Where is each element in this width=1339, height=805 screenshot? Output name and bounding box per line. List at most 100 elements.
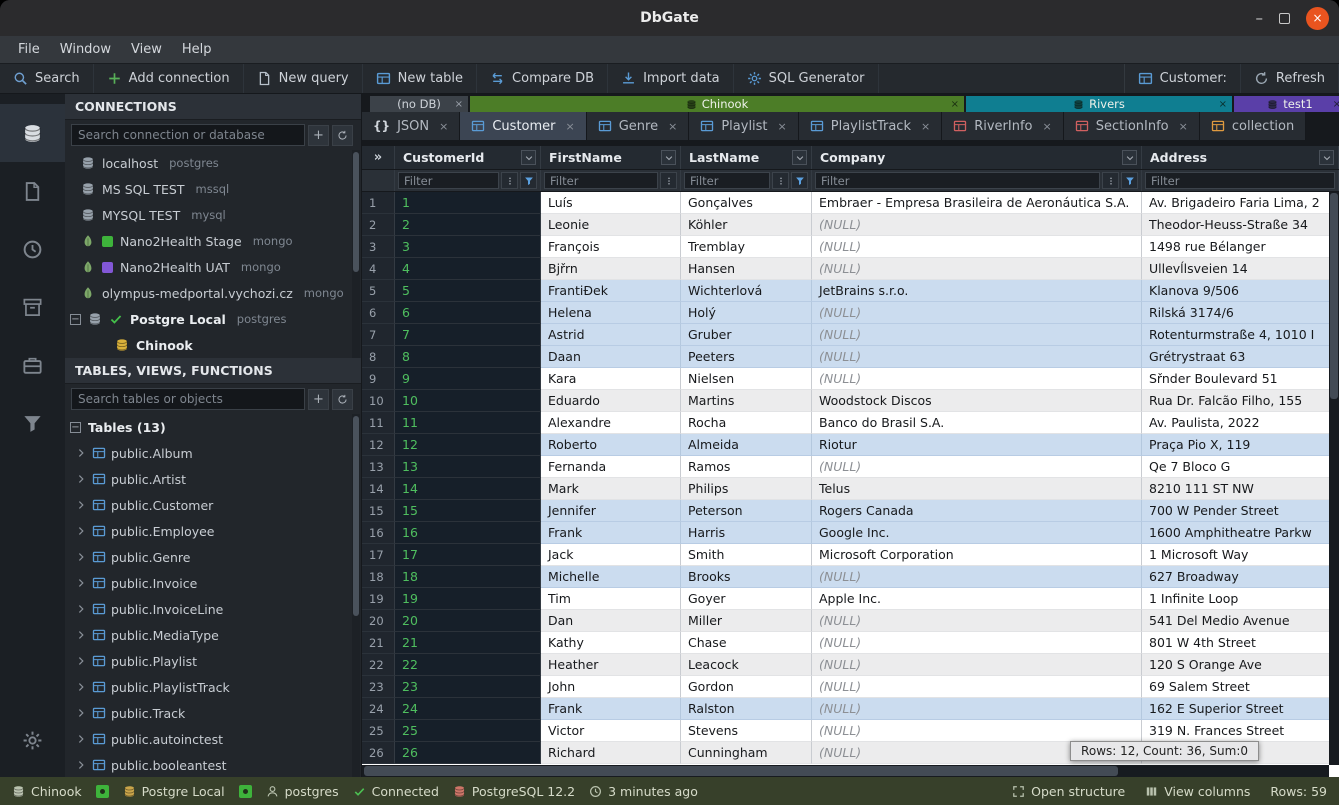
cell-address[interactable]: 120 S Orange Ave bbox=[1142, 654, 1339, 676]
close-tab-icon[interactable]: × bbox=[668, 120, 677, 133]
cell-lastname[interactable]: Harris bbox=[681, 522, 812, 544]
cell-customerid[interactable]: 14 bbox=[395, 478, 541, 500]
cell-address[interactable]: 8210 111 ST NW bbox=[1142, 478, 1339, 500]
column-header-lastname[interactable]: LastName bbox=[681, 146, 812, 169]
file-tab-sectioninfo[interactable]: SectionInfo× bbox=[1064, 112, 1200, 140]
row-number[interactable]: 12 bbox=[362, 434, 395, 456]
toolbar-search[interactable]: Search bbox=[0, 64, 94, 93]
cell-firstname[interactable]: Michelle bbox=[541, 566, 681, 588]
close-tab-icon[interactable]: × bbox=[778, 120, 787, 133]
cell-company[interactable]: (NULL) bbox=[812, 346, 1142, 368]
cell-company[interactable]: (NULL) bbox=[812, 368, 1142, 390]
cell-lastname[interactable]: Rocha bbox=[681, 412, 812, 434]
cell-customerid[interactable]: 1 bbox=[395, 192, 541, 214]
add-table-mini-button[interactable]: + bbox=[308, 389, 329, 410]
cell-customerid[interactable]: 2 bbox=[395, 214, 541, 236]
table-item-public-autoinctest[interactable]: public.autoinctest bbox=[65, 726, 361, 752]
cell-lastname[interactable]: Ralston bbox=[681, 698, 812, 720]
cell-company[interactable]: (NULL) bbox=[812, 214, 1142, 236]
row-number[interactable]: 22 bbox=[362, 654, 395, 676]
connection-item-mysql-test[interactable]: MYSQL TESTmysql bbox=[65, 202, 361, 228]
db-tab-chinook[interactable]: Chinook× bbox=[470, 96, 964, 112]
cell-customerid[interactable]: 15 bbox=[395, 500, 541, 522]
table-item-public-genre[interactable]: public.Genre bbox=[65, 544, 361, 570]
status-connected[interactable]: Connected bbox=[353, 784, 439, 799]
row-number[interactable]: 10 bbox=[362, 390, 395, 412]
cell-address[interactable]: 319 N. Frances Street bbox=[1142, 720, 1339, 742]
cell-address[interactable]: Klanova 9/506 bbox=[1142, 280, 1339, 302]
column-menu-button[interactable] bbox=[1319, 150, 1334, 165]
cell-address[interactable]: 627 Broadway bbox=[1142, 566, 1339, 588]
toolbar-compare-db[interactable]: Compare DB bbox=[477, 64, 608, 93]
filter-menu-button[interactable] bbox=[772, 172, 789, 189]
status-rows-59[interactable]: Rows: 59 bbox=[1270, 784, 1327, 799]
filter-funnel-button[interactable] bbox=[520, 172, 537, 189]
cell-customerid[interactable]: 3 bbox=[395, 236, 541, 258]
row-number[interactable]: 17 bbox=[362, 544, 395, 566]
cell-address[interactable]: Rilská 3174/6 bbox=[1142, 302, 1339, 324]
cell-company[interactable]: Woodstock Discos bbox=[812, 390, 1142, 412]
status-postgresql-12-2[interactable]: PostgreSQL 12.2 bbox=[453, 784, 575, 799]
connection-item-nano2health-stage[interactable]: Nano2Health Stagemongo bbox=[65, 228, 361, 254]
cell-firstname[interactable]: Richard bbox=[541, 742, 681, 764]
titlebar[interactable]: DbGate – × bbox=[0, 0, 1339, 36]
cell-company[interactable]: (NULL) bbox=[812, 676, 1142, 698]
cell-firstname[interactable]: Roberto bbox=[541, 434, 681, 456]
cell-lastname[interactable]: Peeters bbox=[681, 346, 812, 368]
cell-firstname[interactable]: Kathy bbox=[541, 632, 681, 654]
row-number[interactable]: 11 bbox=[362, 412, 395, 434]
table-item-public-mediatype[interactable]: public.MediaType bbox=[65, 622, 361, 648]
row-number[interactable]: 15 bbox=[362, 500, 395, 522]
filter-input-firstname[interactable] bbox=[544, 172, 658, 189]
cell-address[interactable]: Av. Brigadeiro Faria Lima, 2 bbox=[1142, 192, 1339, 214]
cell-firstname[interactable]: Frank bbox=[541, 698, 681, 720]
cell-firstname[interactable]: Alexandre bbox=[541, 412, 681, 434]
connections-scrollbar[interactable] bbox=[352, 150, 360, 358]
file-tab-genre[interactable]: Genre× bbox=[587, 112, 690, 140]
filter-menu-button[interactable] bbox=[501, 172, 518, 189]
cell-firstname[interactable]: FrantiĐek bbox=[541, 280, 681, 302]
table-item-public-playlist[interactable]: public.Playlist bbox=[65, 648, 361, 674]
cell-lastname[interactable]: Brooks bbox=[681, 566, 812, 588]
cell-firstname[interactable]: François bbox=[541, 236, 681, 258]
file-tab-playlisttrack[interactable]: PlaylistTrack× bbox=[799, 112, 942, 140]
table-item-public-invoiceline[interactable]: public.InvoiceLine bbox=[65, 596, 361, 622]
filter-menu-button[interactable] bbox=[660, 172, 677, 189]
close-tab-icon[interactable]: × bbox=[455, 99, 463, 110]
row-number[interactable]: 7 bbox=[362, 324, 395, 346]
cell-lastname[interactable]: Tremblay bbox=[681, 236, 812, 258]
close-tab-icon[interactable]: × bbox=[951, 99, 959, 110]
filter-input-company[interactable] bbox=[815, 172, 1100, 189]
menu-view[interactable]: View bbox=[121, 38, 172, 61]
cell-customerid[interactable]: 24 bbox=[395, 698, 541, 720]
table-item-public-playlisttrack[interactable]: public.PlaylistTrack bbox=[65, 674, 361, 700]
row-number[interactable]: 25 bbox=[362, 720, 395, 742]
table-item-public-album[interactable]: public.Album bbox=[65, 440, 361, 466]
cell-company[interactable]: (NULL) bbox=[812, 236, 1142, 258]
cell-firstname[interactable]: Mark bbox=[541, 478, 681, 500]
cell-customerid[interactable]: 6 bbox=[395, 302, 541, 324]
toolbar-new-table[interactable]: New table bbox=[363, 64, 477, 93]
table-item-public-invoice[interactable]: public.Invoice bbox=[65, 570, 361, 596]
cell-customerid[interactable]: 19 bbox=[395, 588, 541, 610]
cell-customerid[interactable]: 20 bbox=[395, 610, 541, 632]
cell-address[interactable]: 1498 rue Bélanger bbox=[1142, 236, 1339, 258]
cell-address[interactable]: Rotenturmstraße 4, 1010 I bbox=[1142, 324, 1339, 346]
close-tab-icon[interactable]: × bbox=[1333, 99, 1339, 110]
cell-lastname[interactable]: Holý bbox=[681, 302, 812, 324]
filter-funnel-button[interactable] bbox=[791, 172, 808, 189]
row-number[interactable]: 9 bbox=[362, 368, 395, 390]
rail-files[interactable] bbox=[0, 162, 65, 220]
collapse-icon[interactable]: − bbox=[70, 314, 81, 325]
refresh-connections-button[interactable] bbox=[332, 125, 353, 146]
cell-customerid[interactable]: 5 bbox=[395, 280, 541, 302]
row-number[interactable]: 3 bbox=[362, 236, 395, 258]
cell-address[interactable]: Av. Paulista, 2022 bbox=[1142, 412, 1339, 434]
db-tab-rivers[interactable]: Rivers× bbox=[966, 96, 1232, 112]
status-3-minutes-ago[interactable]: 3 minutes ago bbox=[589, 784, 698, 799]
cell-customerid[interactable]: 23 bbox=[395, 676, 541, 698]
close-tab-icon[interactable]: × bbox=[439, 120, 448, 133]
table-item-public-artist[interactable]: public.Artist bbox=[65, 466, 361, 492]
row-number[interactable]: 23 bbox=[362, 676, 395, 698]
cell-customerid[interactable]: 9 bbox=[395, 368, 541, 390]
